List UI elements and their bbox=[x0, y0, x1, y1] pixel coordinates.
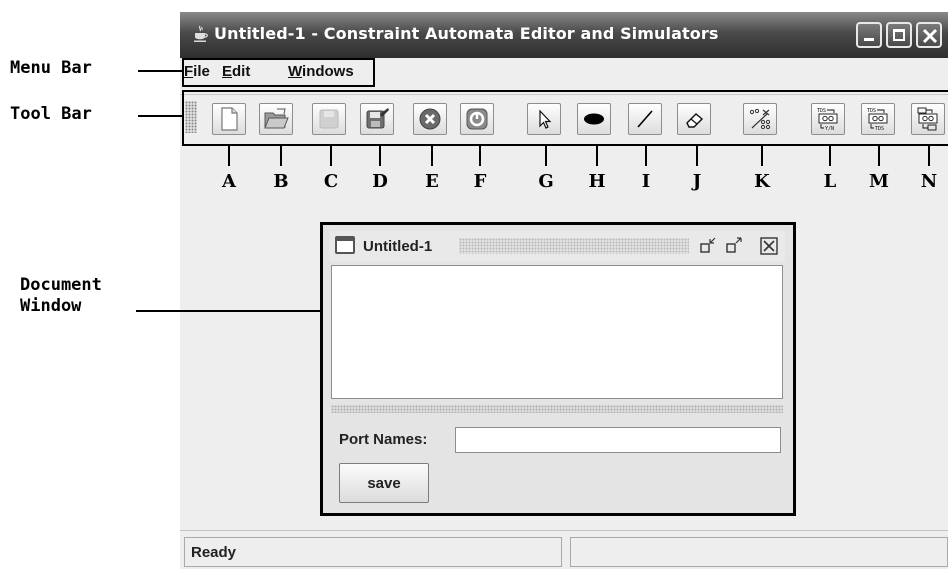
label-f: F bbox=[473, 171, 487, 192]
label-e: E bbox=[425, 171, 439, 192]
status-text: Ready bbox=[191, 544, 237, 561]
label-c: C bbox=[323, 171, 339, 192]
close-icon bbox=[922, 28, 938, 44]
leader-a bbox=[228, 146, 230, 166]
label-a: A bbox=[222, 171, 236, 192]
document-window-icon bbox=[335, 236, 355, 254]
window-title: Untitled-1 - Constraint Automata Editor … bbox=[214, 24, 719, 43]
label-g: G bbox=[538, 171, 554, 192]
label-k: K bbox=[754, 171, 770, 192]
maximize-button[interactable] bbox=[886, 22, 912, 48]
minimize-icon bbox=[864, 38, 874, 41]
title-bar[interactable]: Untitled-1 - Constraint Automata Editor … bbox=[180, 12, 948, 58]
port-names-label: Port Names: bbox=[339, 431, 428, 448]
close-icon[interactable] bbox=[760, 237, 778, 255]
leader-h bbox=[596, 146, 598, 166]
leader-n bbox=[928, 146, 930, 166]
status-bar: Ready bbox=[180, 530, 948, 569]
close-button[interactable] bbox=[916, 22, 942, 48]
leader-b bbox=[280, 146, 282, 166]
leader-c bbox=[330, 146, 332, 166]
leader-d bbox=[379, 146, 381, 166]
label-j: J bbox=[692, 171, 702, 192]
port-names-input[interactable] bbox=[455, 427, 781, 453]
leader-j bbox=[696, 146, 698, 166]
document-leader-line bbox=[136, 310, 320, 312]
status-panel-right bbox=[570, 537, 948, 567]
tool-bar-highlight bbox=[182, 90, 948, 146]
label-n: N bbox=[920, 171, 938, 192]
tool-bar-callout: Tool Bar bbox=[10, 104, 92, 124]
iconify-icon[interactable] bbox=[700, 237, 716, 253]
document-callout-line1: Document bbox=[20, 275, 102, 295]
maximize-icon[interactable] bbox=[726, 237, 742, 253]
leader-k bbox=[761, 146, 763, 166]
label-h: H bbox=[588, 171, 606, 192]
document-save-button[interactable]: save bbox=[339, 463, 429, 503]
status-panel-left: Ready bbox=[184, 537, 562, 567]
label-d: D bbox=[372, 171, 388, 192]
document-window: Untitled-1 Port Names: save bbox=[320, 222, 796, 516]
tool-bar-leader-line bbox=[138, 115, 182, 117]
leader-e bbox=[431, 146, 433, 166]
leader-i bbox=[645, 146, 647, 166]
leader-f bbox=[479, 146, 481, 166]
menu-bar-callout: Menu Bar bbox=[10, 58, 92, 78]
maximize-icon bbox=[893, 29, 905, 41]
leader-g bbox=[545, 146, 547, 166]
document-title: Untitled-1 bbox=[363, 238, 433, 255]
menu-bar-highlight bbox=[182, 58, 375, 87]
leader-l bbox=[829, 146, 831, 166]
label-l: L bbox=[823, 171, 837, 192]
split-pane-divider[interactable] bbox=[331, 405, 783, 413]
label-m: M bbox=[869, 171, 889, 192]
document-title-bar[interactable]: Untitled-1 bbox=[329, 231, 785, 261]
document-canvas[interactable] bbox=[331, 265, 783, 399]
java-cup-icon bbox=[194, 25, 208, 42]
label-i: I bbox=[641, 171, 651, 192]
document-callout-line2: Window bbox=[20, 296, 82, 316]
minimize-button[interactable] bbox=[856, 22, 882, 48]
menu-bar-leader-line bbox=[138, 70, 182, 72]
leader-m bbox=[878, 146, 880, 166]
label-b: B bbox=[273, 171, 289, 192]
title-bar-drag-area[interactable] bbox=[459, 238, 689, 254]
document-window-controls bbox=[700, 237, 778, 255]
